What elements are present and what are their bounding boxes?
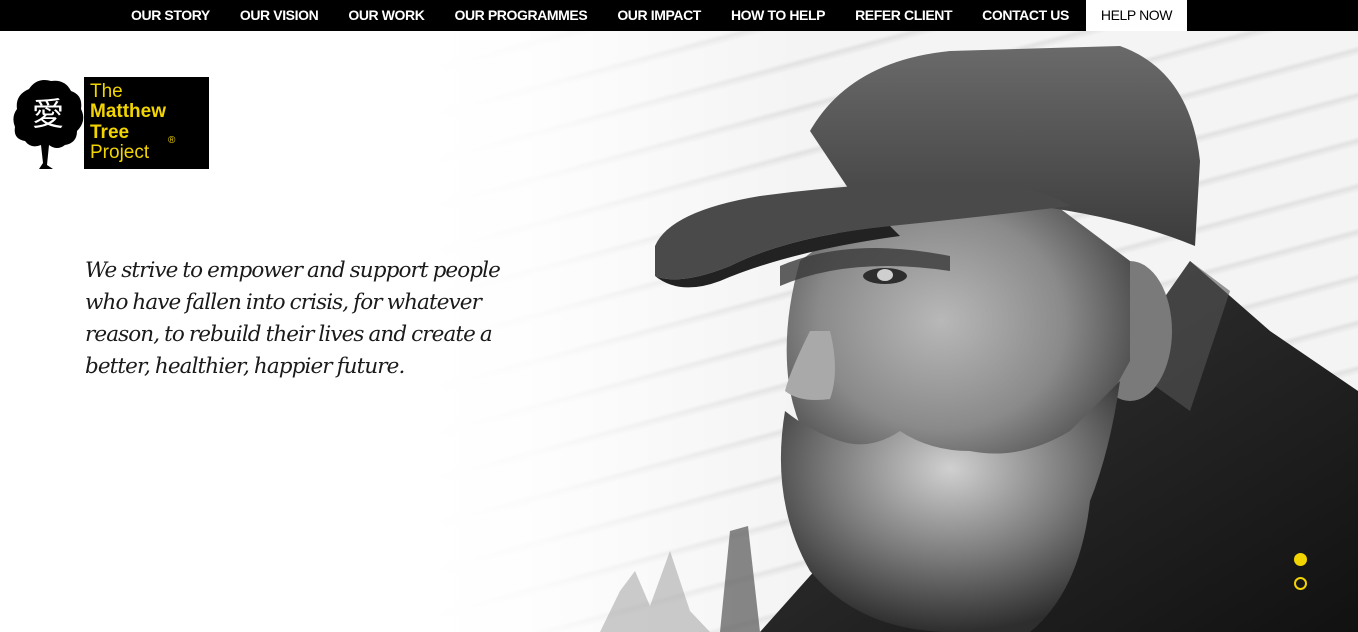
top-navigation: OUR STORY OUR VISION OUR WORK OUR PROGRA… [0,0,1358,31]
logo-line-project: Project [90,142,150,163]
nav-item-how-to-help[interactable]: HOW TO HELP [716,0,840,31]
logo-line-tree: Tree [90,122,130,143]
nav-item-contact-us[interactable]: CONTACT US [967,0,1084,31]
matthew-tree-project-logo[interactable]: 愛 The Matthew Tree Project ® [11,77,209,170]
slider-dot-1[interactable] [1294,553,1307,566]
tagline-line: reason, to rebuild their lives and creat… [85,322,493,347]
man-portrait-illustration [600,46,1358,632]
tagline-line: We strive to empower and support people [85,258,501,283]
hero-tagline: We strive to empower and support people … [85,255,525,383]
tagline-line: who have fallen into crisis, for whateve… [85,290,482,315]
nav-item-our-work[interactable]: OUR WORK [333,0,439,31]
logo-line-matthew: Matthew [90,101,166,122]
registered-mark: ® [168,135,176,146]
nav-item-our-vision[interactable]: OUR VISION [225,0,333,31]
nav-item-refer-client[interactable]: REFER CLIENT [840,0,967,31]
hero-photo [430,31,1358,632]
nav-item-our-story[interactable]: OUR STORY [116,0,225,31]
logo-line-the: The [90,81,123,102]
tree-icon: 愛 [13,80,84,169]
help-now-button[interactable]: HELP NOW [1085,0,1188,31]
nav-item-our-programmes[interactable]: OUR PROGRAMMES [439,0,602,31]
slider-dot-2[interactable] [1294,577,1307,590]
nav-list: OUR STORY OUR VISION OUR WORK OUR PROGRA… [116,0,1188,31]
nav-item-our-impact[interactable]: OUR IMPACT [602,0,716,31]
logo-wordmark: The Matthew Tree Project ® [84,77,209,169]
tagline-line: better, healthier, happier future. [85,354,405,379]
logo-glyph: 愛 [32,95,64,133]
